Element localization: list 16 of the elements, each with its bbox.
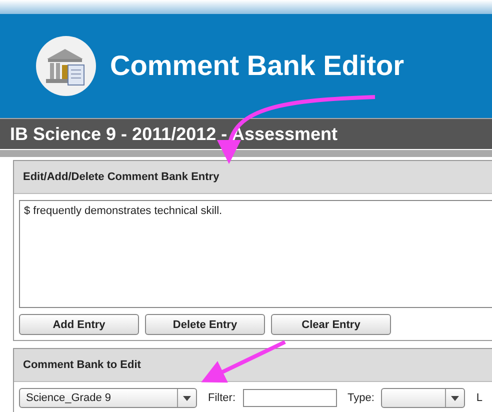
type-label: Type: bbox=[348, 392, 374, 404]
comment-text-area[interactable]: $ frequently demonstrates technical skill. bbox=[19, 200, 492, 308]
bank-building-icon bbox=[35, 35, 97, 97]
panel-title: Edit/Add/Delete Comment Bank Entry bbox=[23, 171, 220, 183]
app-title: Comment Bank Editor bbox=[110, 50, 404, 82]
filter-label: Filter: bbox=[208, 392, 236, 404]
bank-dropdown[interactable]: Science_Grade 9 bbox=[19, 388, 197, 408]
entry-button[interactable]: Delete Entry bbox=[145, 314, 265, 335]
panel-title: Comment Bank to Edit bbox=[23, 359, 141, 371]
entry-button[interactable]: Add Entry bbox=[19, 314, 139, 335]
caret-icon bbox=[183, 396, 191, 400]
type-dropdown[interactable] bbox=[381, 388, 466, 408]
field-label: L bbox=[476, 392, 483, 404]
filter-field[interactable] bbox=[242, 389, 336, 407]
caret-icon bbox=[451, 396, 460, 400]
entry-button[interactable]: Clear Entry bbox=[271, 314, 391, 335]
